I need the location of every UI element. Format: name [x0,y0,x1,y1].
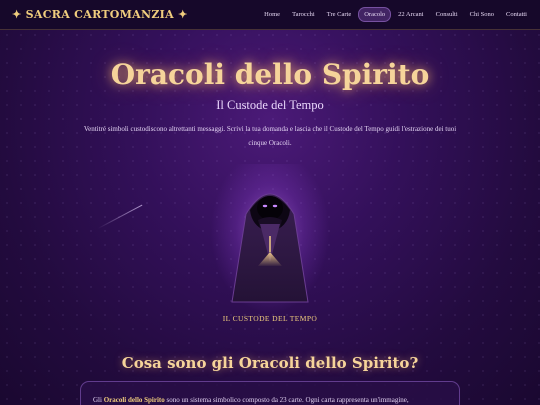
guardian-caption: IL CUSTODE DEL TEMPO [222,314,318,323]
brand-logo[interactable]: ✦ SACRA CARTOMANZIA ✦ [12,8,188,21]
intro-text: Ventitré simboli custodiscono altrettant… [83,125,457,147]
info-text-body: sono un sistema simbolico composto da 23… [164,396,409,404]
nav-item-tarocchi[interactable]: Tarocchi [287,8,320,21]
info-text-highlight: Oracoli dello Spirito [103,396,165,404]
nav-item-22-arcani[interactable]: 22 Arcani [393,8,428,21]
nav-item-consulti[interactable]: Consulti [431,8,463,21]
hooded-guardian-icon [231,193,309,303]
page-title: Oracoli dello Spirito [110,58,430,91]
info-text-prefix: Gli [93,396,104,404]
shooting-star-decoration [97,204,143,229]
info-card: Gli Oracoli dello Spirito sono un sistem… [80,381,460,405]
nav-item-chi-sono[interactable]: Chi Sono [465,8,499,21]
main-menu: Home Tarocchi Tre Carte Oracolo 22 Arcan… [259,7,532,22]
nav-item-tre-carte[interactable]: Tre Carte [322,8,357,21]
page-background: ✦ SACRA CARTOMANZIA ✦ Home Tarocchi Tre … [0,0,540,405]
nav-item-home[interactable]: Home [259,8,285,21]
top-navbar: ✦ SACRA CARTOMANZIA ✦ Home Tarocchi Tre … [0,0,540,30]
nav-item-oracolo[interactable]: Oracolo [358,7,392,22]
nav-item-contatti[interactable]: Contatti [501,8,532,21]
section-heading: Cosa sono gli Oracoli dello Spirito? [121,354,419,372]
page-subtitle: Il Custode del Tempo [216,98,324,112]
guardian-figure[interactable] [200,164,340,314]
